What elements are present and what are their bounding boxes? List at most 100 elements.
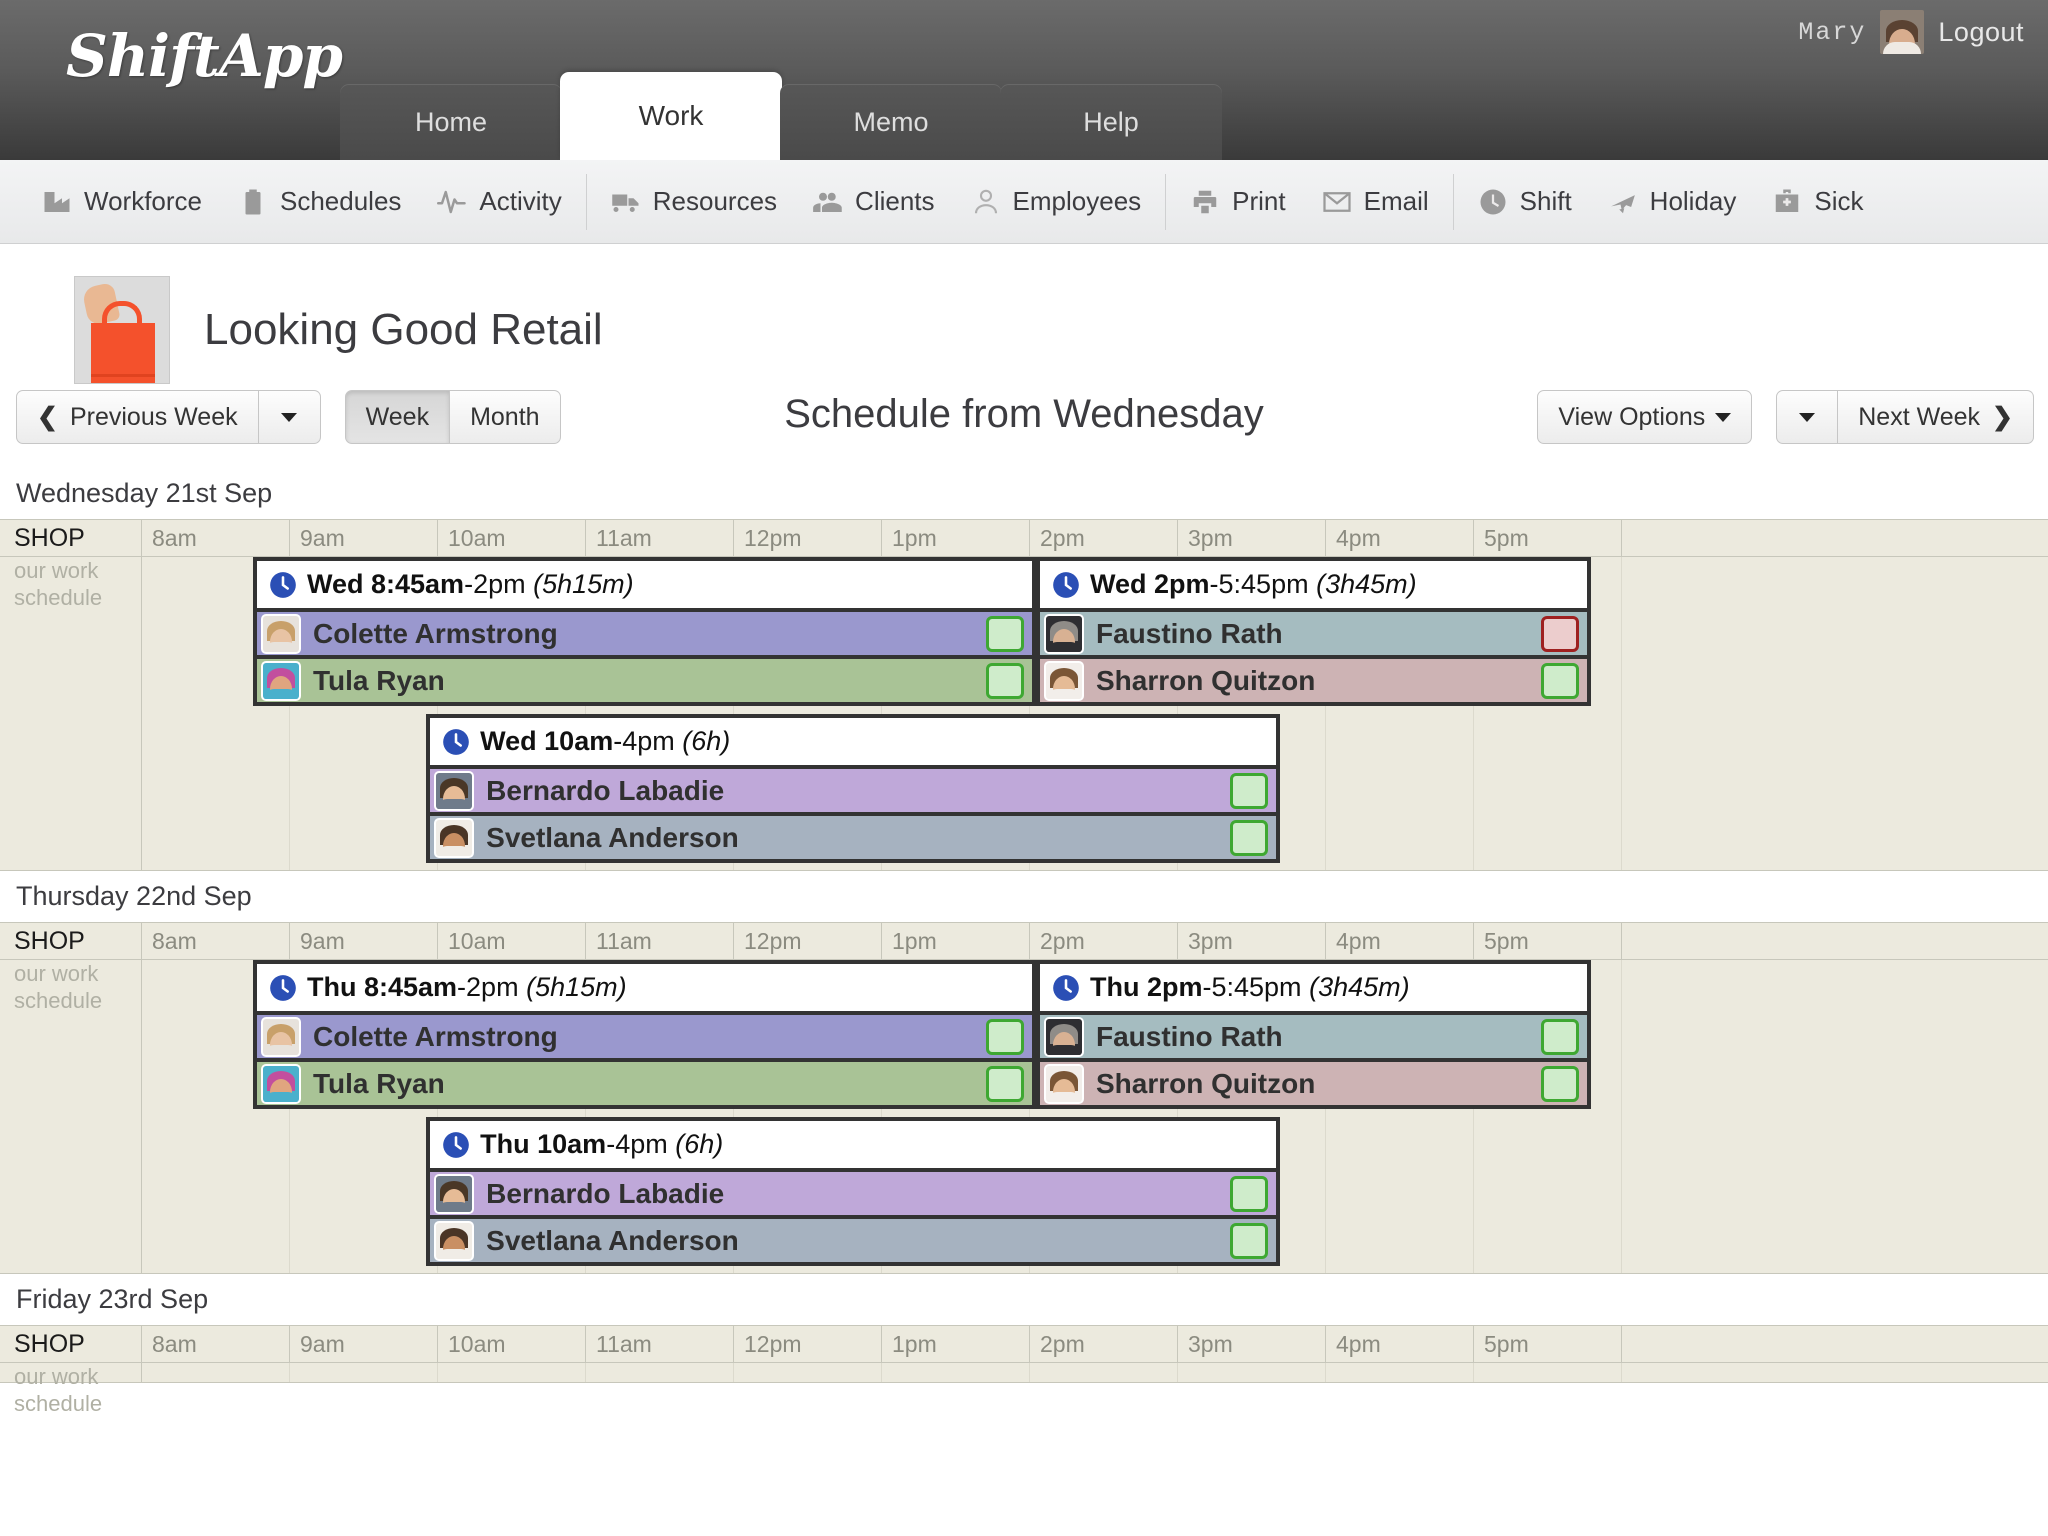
shift-employee-row[interactable]: Colette Armstrong (257, 608, 1032, 655)
shift-employee-row[interactable]: Svetlana Anderson (430, 812, 1277, 859)
toolbar-label: Sick (1814, 186, 1864, 216)
toolbar-label: Workforce (84, 186, 202, 216)
shop-sub-1: our work (14, 1364, 99, 1389)
toolbar-label: Resources (652, 186, 778, 216)
hour-tick: 4pm (1326, 520, 1474, 556)
hour-tick: 2pm (1030, 520, 1178, 556)
status-badge[interactable] (1230, 1222, 1269, 1259)
day-block: Wednesday 21st Sep SHOP 8am 9am 10am 11am 12pm… (0, 468, 2048, 871)
app-logo: ShiftApp (66, 22, 343, 90)
medical-bag-icon (1776, 189, 1799, 212)
view-options-button[interactable]: View Options (1537, 390, 1753, 444)
employee-name: Bernardo Labadie (486, 1177, 725, 1209)
shift-employee-row[interactable]: Faustino Rath (1040, 1011, 1587, 1058)
toolbar-resources[interactable]: Resources (593, 172, 795, 232)
shift-employee-row[interactable]: Bernardo Labadie (430, 765, 1277, 812)
clock-icon (443, 728, 469, 755)
next-week-group: Next Week ❯ (1776, 390, 2034, 444)
shift-block[interactable]: Thu 10am-4pm (6h) Bernardo Labadie Svetlan… (426, 1117, 1281, 1266)
toolbar-sick[interactable]: Sick (1754, 172, 1881, 232)
shift-time-header: Thu 2pm-5:45pm (3h45m) (1040, 964, 1587, 1011)
next-week-dropdown[interactable] (1776, 390, 1839, 444)
hour-tick: 1pm (882, 923, 1030, 959)
user-corner: Mary Logout (1798, 10, 2024, 54)
avatar (261, 613, 301, 654)
shift-employee-row[interactable]: Tula Ryan (257, 655, 1032, 702)
toolbar-label: Holiday (1649, 186, 1737, 216)
next-week-button[interactable]: Next Week ❯ (1838, 390, 2034, 444)
employee-name: Tula Ryan (313, 664, 445, 696)
tab-home[interactable]: Home (340, 84, 562, 160)
day-grid: our work schedule Wed 8:45am-2pm (5h15m) Co… (0, 557, 2048, 871)
status-badge[interactable] (986, 615, 1024, 652)
status-badge[interactable] (1541, 1018, 1579, 1055)
shift-block[interactable]: Thu 2pm-5:45pm (3h45m) Faustino Rath Sharr… (1036, 960, 1591, 1109)
logout-button[interactable]: Logout (1938, 17, 2024, 48)
hour-tick: 11am (586, 520, 734, 556)
shift-block[interactable]: Thu 8:45am-2pm (5h15m) Colette Armstrong T… (253, 960, 1036, 1109)
toolbar-workforce[interactable]: Workforce (24, 172, 220, 232)
shift-time-text: Thu 10am-4pm (6h) (480, 1129, 724, 1159)
hour-tick: 5pm (1474, 520, 1622, 556)
hour-tick: 3pm (1178, 923, 1326, 959)
toolbar-employees[interactable]: Employees (953, 172, 1160, 232)
clock-icon (270, 974, 296, 1001)
shop-sub-2: schedule (14, 585, 103, 610)
person-outline-icon (974, 189, 997, 213)
status-badge[interactable] (1541, 615, 1579, 652)
toolbar-print[interactable]: Print (1172, 172, 1303, 232)
shop-column-label: SHOP (0, 1326, 142, 1362)
action-toolbar: Workforce Schedules Activity Resources C… (0, 160, 2048, 244)
shift-time-header: Thu 8:45am-2pm (5h15m) (257, 964, 1032, 1011)
shift-time-text: Thu 8:45am-2pm (5h15m) (307, 972, 627, 1002)
status-badge[interactable] (986, 1018, 1024, 1055)
toolbar-holiday[interactable]: Holiday (1590, 172, 1755, 232)
toolbar-label: Clients (855, 186, 935, 216)
employee-name: Faustino Rath (1096, 617, 1283, 649)
toolbar-activity[interactable]: Activity (419, 172, 579, 232)
status-badge[interactable] (1541, 662, 1579, 699)
status-badge[interactable] (986, 662, 1024, 699)
avatar (434, 1173, 475, 1214)
shift-time-text: Wed 10am-4pm (6h) (480, 726, 731, 756)
tab-memo[interactable]: Memo (780, 84, 1002, 160)
hour-tick: 9am (290, 520, 438, 556)
avatar (261, 660, 301, 701)
tab-work[interactable]: Work (560, 72, 782, 160)
schedule-nav: ❮ Previous Week Week Month Schedule from… (0, 390, 2048, 468)
shift-block[interactable]: Wed 2pm-5:45pm (3h45m) Faustino Rath Sharr… (1036, 557, 1591, 706)
hour-tick: 3pm (1178, 1326, 1326, 1362)
shop-column-label: SHOP (0, 520, 142, 556)
tab-help[interactable]: Help (1000, 84, 1222, 160)
shift-employee-row[interactable]: Sharron Quitzon (1040, 1058, 1587, 1105)
status-badge[interactable] (1230, 1175, 1269, 1212)
toolbar-label: Activity (479, 186, 562, 216)
shift-employee-row[interactable]: Faustino Rath (1040, 608, 1587, 655)
hour-tick: 2pm (1030, 1326, 1178, 1362)
day-label: Friday 23rd Sep (16, 1284, 209, 1314)
shift-employee-row[interactable]: Bernardo Labadie (430, 1168, 1277, 1215)
shift-block[interactable]: Wed 8:45am-2pm (5h15m) Colette Armstrong T… (253, 557, 1036, 706)
toolbar-divider (585, 173, 587, 230)
shift-employee-row[interactable]: Colette Armstrong (257, 1011, 1032, 1058)
shift-employee-row[interactable]: Sharron Quitzon (1040, 655, 1587, 702)
shift-employee-row[interactable]: Svetlana Anderson (430, 1215, 1277, 1262)
avatar (1044, 1063, 1084, 1104)
status-badge[interactable] (986, 1065, 1024, 1102)
shop-column-label: SHOP (0, 923, 142, 959)
toolbar-shift[interactable]: Shift (1460, 172, 1590, 232)
status-badge[interactable] (1541, 1065, 1579, 1102)
toolbar-email[interactable]: Email (1304, 172, 1447, 232)
status-badge[interactable] (1230, 819, 1269, 856)
employee-name: Colette Armstrong (313, 1020, 558, 1052)
clock-icon (1480, 189, 1506, 214)
day-label: Thursday 22nd Sep (16, 881, 252, 911)
toolbar-clients[interactable]: Clients (795, 172, 952, 232)
shift-employee-row[interactable]: Tula Ryan (257, 1058, 1032, 1105)
avatar (1880, 10, 1925, 54)
day-grid: our work schedule Thu 8:45am-2pm (5h15m) Co… (0, 960, 2048, 1274)
hour-tick: 12pm (734, 520, 882, 556)
shift-block[interactable]: Wed 10am-4pm (6h) Bernardo Labadie Svetlan… (426, 714, 1281, 863)
toolbar-schedules[interactable]: Schedules (220, 172, 419, 232)
status-badge[interactable] (1230, 772, 1269, 809)
